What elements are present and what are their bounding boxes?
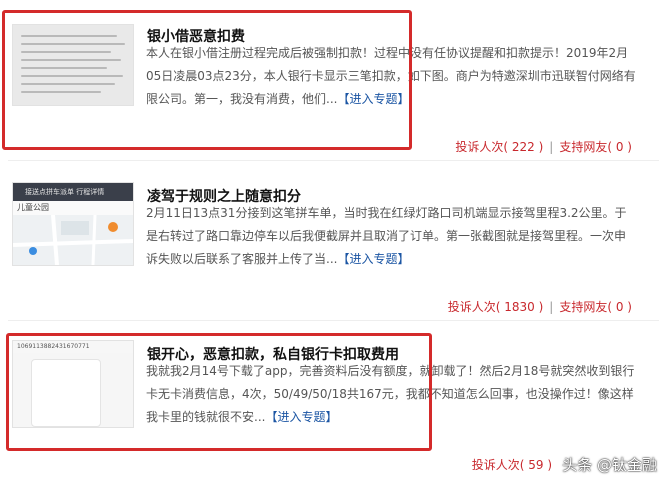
complaint-thumbnail[interactable]: 接送点拼车派单 行程详情 儿童公园 [12, 182, 134, 266]
support-count-link[interactable]: 支持网友( 0 ) [559, 300, 632, 314]
complaint-count-link[interactable]: 投诉人次( 222 ) [455, 140, 543, 154]
map-image [13, 215, 133, 265]
complaint-item[interactable]: 银小借恶意扣费 本人在银小借注册过程完成后被强制扣款！过程中没有任协议提醒和扣款… [0, 0, 640, 160]
enter-topic-link[interactable]: 【进入专题】 [337, 252, 409, 266]
enter-topic-link[interactable]: 【进入专题】 [265, 410, 337, 424]
app-header: 接送点拼车派单 行程详情 [13, 183, 133, 201]
enter-topic-link[interactable]: 【进入专题】 [337, 92, 409, 106]
complaint-summary: 本人在银小借注册过程完成后被强制扣款！过程中没有任协议提醒和扣款提示！2019年… [146, 46, 636, 106]
complaint-stats: 投诉人次( 1830 ) | 支持网友( 0 ) [447, 300, 632, 314]
sms-sender-number: 1069113882431670771 [13, 341, 133, 353]
complaint-stats: 投诉人次( 59 ) [472, 456, 552, 473]
complaint-item[interactable]: 接送点拼车派单 行程详情 儿童公园 凌驾于规则之上随意扣分 2月11日13点31… [0, 160, 640, 320]
complaint-stats: 投诉人次( 222 ) | 支持网友( 0 ) [455, 140, 632, 154]
map-place-label: 儿童公园 [13, 201, 133, 216]
complaint-thumbnail[interactable]: 1069113882431670771 [12, 340, 134, 428]
complaint-count-link[interactable]: 投诉人次( 59 ) [472, 458, 552, 472]
sms-message-image [31, 359, 101, 427]
watermark: 头条 @钛金融 [562, 456, 657, 474]
complaint-count-link[interactable]: 投诉人次( 1830 ) [448, 300, 544, 314]
complaint-summary: 2月11日13点31分接到这笔拼车单，当时我在红绿灯路口司机端显示接驾里程3.2… [146, 206, 627, 266]
complaint-summary: 我就我2月14号下载了app，完善资料后没有额度，就卸载了！然后2月18号就突然… [146, 364, 635, 424]
complaint-thumbnail[interactable] [12, 24, 134, 106]
support-count-link[interactable]: 支持网友( 0 ) [559, 140, 632, 154]
complaint-item[interactable]: 1069113882431670771 银开心，恶意扣款，私自银行卡扣取费用 我… [0, 320, 640, 483]
